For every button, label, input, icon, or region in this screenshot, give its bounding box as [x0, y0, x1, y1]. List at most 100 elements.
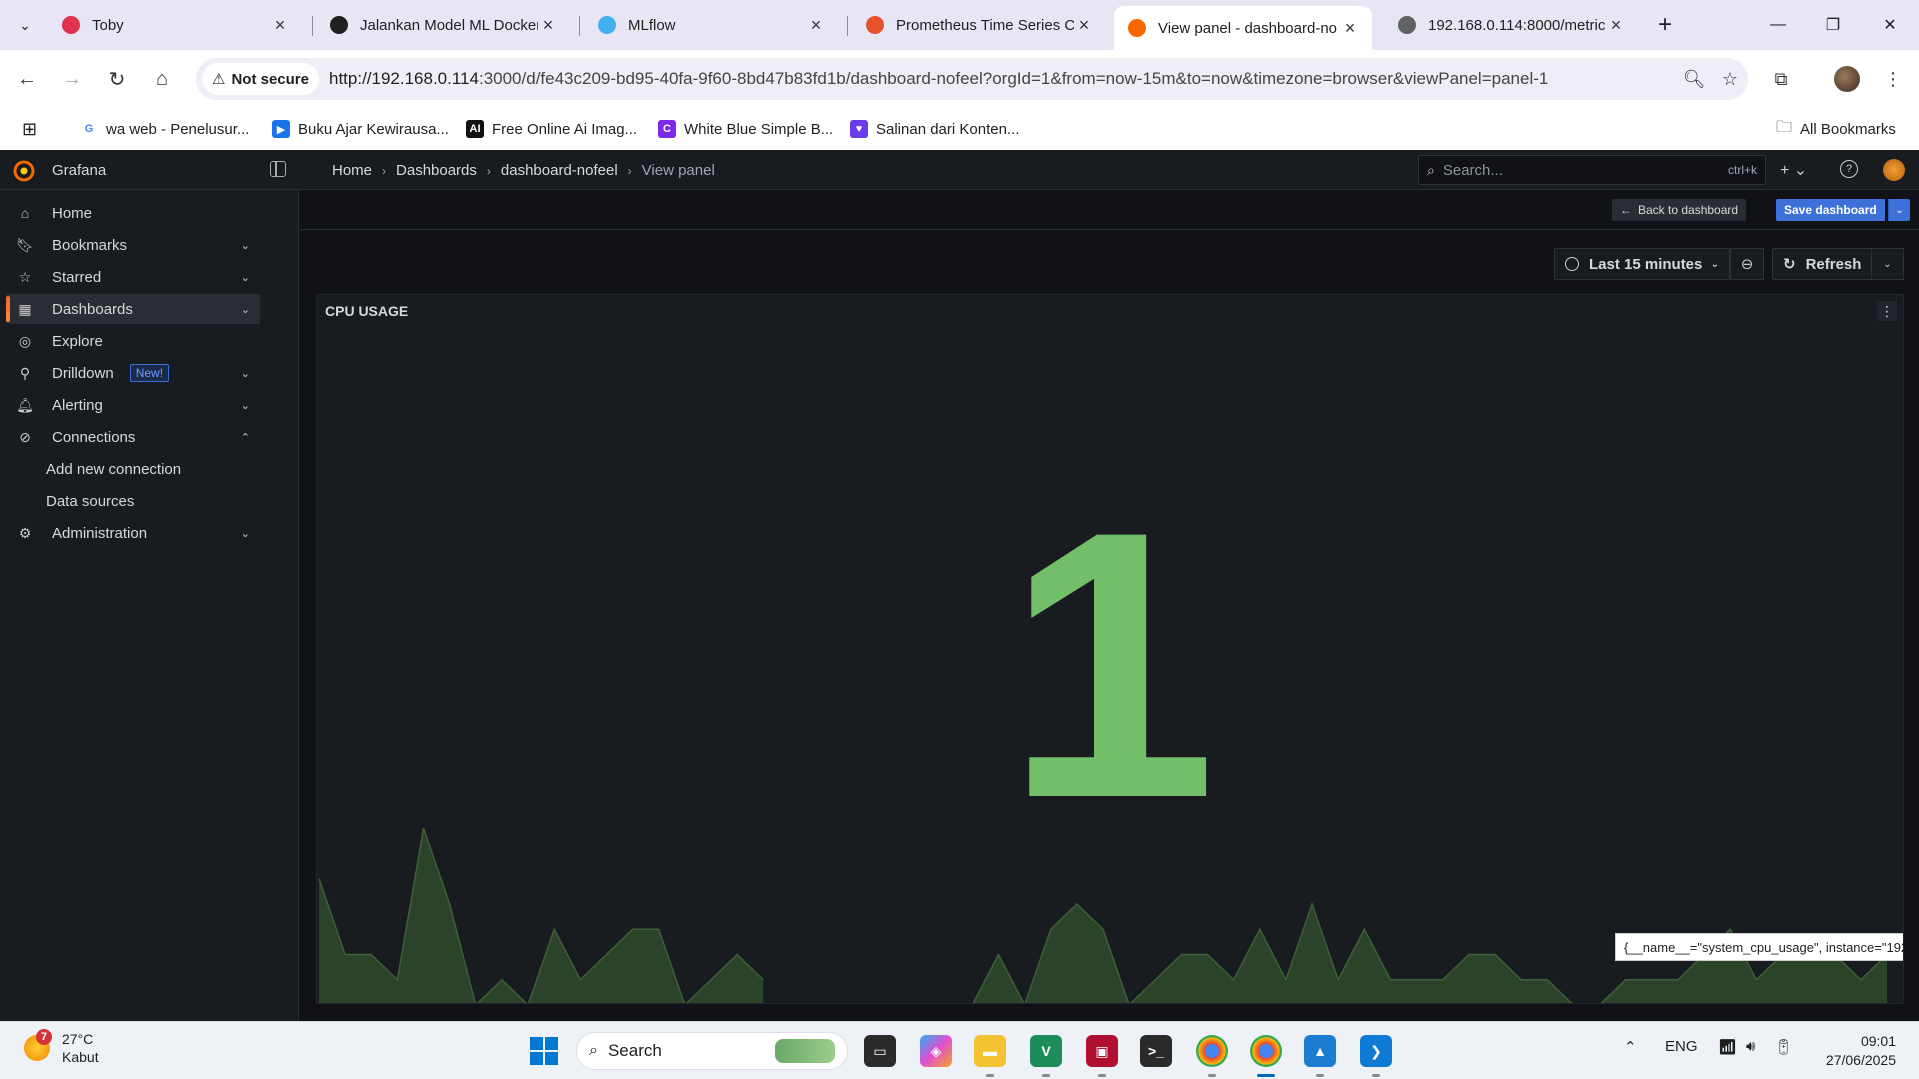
chrome-icon[interactable] — [1196, 1035, 1228, 1067]
battery-icon[interactable]: 🔋︎ — [1774, 1038, 1793, 1056]
nav-dashboards[interactable]: ▦ Dashboards ⌄ — [6, 294, 260, 324]
weather-widget[interactable]: 7 27°C Kabut — [24, 1029, 99, 1066]
extensions-icon[interactable]: ⧉ — [1764, 62, 1798, 96]
time-range-picker[interactable]: Last 15 minutes ⌄ — [1554, 248, 1730, 280]
chevron-down-icon[interactable]: ⌄ — [241, 399, 250, 412]
show-hidden-icons-chevron-icon[interactable]: ⌃ — [1624, 1038, 1637, 1056]
bookmark-ai-image[interactable]: AI Free Online Ai Imag... — [466, 116, 637, 142]
breadcrumb-home[interactable]: Home — [332, 162, 372, 179]
new-tab-button[interactable]: + — [1650, 10, 1680, 40]
restore-window-button[interactable]: ❐ — [1813, 8, 1853, 42]
nav-data-sources[interactable]: Data sources — [46, 486, 260, 516]
chevron-down-icon[interactable]: ⌄ — [241, 303, 250, 316]
user-avatar[interactable] — [1883, 159, 1905, 181]
close-window-button[interactable]: ✕ — [1870, 8, 1910, 42]
zoom-out-button[interactable]: ⊖ — [1730, 248, 1764, 280]
back-arrow-icon[interactable]: ← — [12, 64, 42, 94]
browser-tab-docker[interactable]: Jalankan Model ML Docker × — [316, 8, 570, 42]
reload-icon[interactable]: ↻ — [102, 64, 132, 94]
panel-menu-icon[interactable]: ⋮ — [1877, 301, 1897, 321]
close-tab-icon[interactable]: × — [1340, 18, 1360, 39]
series-tooltip: {__name__="system_cpu_usage", instance="… — [1615, 933, 1903, 961]
nav-starred[interactable]: ☆ Starred ⌄ — [6, 262, 260, 292]
close-tab-icon[interactable]: × — [806, 15, 826, 36]
nav-administration[interactable]: ⚙ Administration ⌄ — [6, 518, 260, 548]
close-tab-icon[interactable]: × — [270, 15, 290, 36]
input-language[interactable]: ENG — [1665, 1038, 1698, 1055]
forward-arrow-icon[interactable]: → — [57, 64, 87, 94]
nav-label: Bookmarks — [52, 236, 128, 254]
save-options-chevron-icon[interactable]: ⌄ — [1888, 199, 1910, 221]
refresh-button[interactable]: ↻ Refresh — [1772, 248, 1872, 280]
address-bar[interactable]: ⚠ Not secure http://192.168.0.114:3000/d… — [196, 58, 1748, 100]
windows-start-icon[interactable] — [528, 1035, 560, 1067]
terminal-icon[interactable]: >_ — [1140, 1035, 1172, 1067]
refresh-interval-chevron-icon[interactable]: ⌄ — [1872, 248, 1904, 280]
file-explorer-icon[interactable]: ▬ — [974, 1035, 1006, 1067]
chevron-down-icon[interactable]: ⌄ — [241, 527, 250, 540]
browser-tab-prometheus[interactable]: Prometheus Time Series Co × — [852, 8, 1106, 42]
wifi-icon[interactable]: 📶︎ — [1718, 1038, 1737, 1056]
copilot-icon[interactable]: ◈ — [920, 1035, 952, 1067]
nav-explore[interactable]: ◎ Explore — [6, 326, 260, 356]
tab-divider — [312, 16, 313, 36]
volume-icon[interactable]: 🔊︎ — [1746, 1038, 1755, 1055]
browser-tab-view-panel[interactable]: View panel - dashboard-no × — [1114, 6, 1372, 50]
bookmark-buku-ajar[interactable]: ▶ Buku Ajar Kewirausa... — [272, 116, 449, 142]
browser-menu-icon[interactable]: ⋮ — [1876, 62, 1910, 96]
media-app-icon[interactable]: ▣ — [1086, 1035, 1118, 1067]
profile-avatar[interactable] — [1830, 62, 1864, 96]
bookmark-label: Salinan dari Konten... — [876, 120, 1020, 138]
browser-tab-mlflow[interactable]: MLflow × — [584, 8, 838, 42]
nav-home[interactable]: ⌂ Home — [6, 198, 260, 228]
nav-bookmarks[interactable]: 🔖︎ Bookmarks ⌄ — [6, 230, 260, 260]
photos-icon[interactable]: ▲ — [1304, 1035, 1336, 1067]
dock-menu-icon[interactable] — [270, 161, 286, 177]
add-new-icon[interactable]: + ⌄ — [1780, 160, 1807, 180]
close-tab-icon[interactable]: × — [1074, 15, 1094, 36]
minimize-window-button[interactable]: — — [1758, 8, 1798, 42]
bookmark-salinan[interactable]: ♥ Salinan dari Konten... — [850, 116, 1019, 142]
home-icon[interactable]: ⌂ — [147, 64, 177, 94]
nav-label: Starred — [52, 268, 102, 286]
browser-tab-metrics[interactable]: 192.168.0.114:8000/metric × — [1384, 8, 1638, 42]
close-tab-icon[interactable]: × — [1606, 15, 1626, 36]
site-security-chip[interactable]: ⚠ Not secure — [202, 63, 319, 95]
bell-icon: 🔔︎ — [16, 396, 34, 413]
grafana-logo-icon[interactable] — [12, 159, 36, 183]
taskbar-search-input[interactable]: ⌕ Search — [576, 1032, 848, 1070]
close-tab-icon[interactable]: × — [538, 15, 558, 36]
breadcrumb-dashboard[interactable]: dashboard-nofeel — [501, 162, 618, 179]
stat-panel[interactable]: CPU USAGE ⋮ 1 {__name__="system_cpu_usag… — [316, 294, 1904, 1004]
app-icon[interactable]: V — [1030, 1035, 1062, 1067]
tab-search-button[interactable]: ⌄ — [10, 10, 40, 40]
chrome-active-icon[interactable] — [1250, 1035, 1282, 1067]
chevron-down-icon[interactable]: ⌄ — [241, 367, 250, 380]
nav-drilldown[interactable]: ⚲ Drilldown New! ⌄ — [6, 358, 260, 388]
help-icon[interactable]: ? — [1840, 160, 1858, 178]
chevron-down-icon[interactable]: ⌄ — [241, 239, 250, 252]
chevron-down-icon[interactable]: ⌄ — [241, 271, 250, 284]
time-range-label: Last 15 minutes — [1589, 255, 1703, 273]
task-view-icon[interactable]: ▭ — [864, 1035, 896, 1067]
url-text[interactable]: http://192.168.0.114:3000/d/fe43c209-bd9… — [329, 69, 1676, 89]
bookmark-wa-web[interactable]: G wa web - Penelusur... — [80, 116, 249, 142]
browser-tab-toby[interactable]: Toby × — [48, 8, 302, 42]
save-dashboard-button[interactable]: Save dashboard — [1776, 199, 1885, 221]
bookmark-star-icon[interactable]: ☆ — [1712, 61, 1748, 97]
nav-alerting[interactable]: 🔔︎ Alerting ⌄ — [6, 390, 260, 420]
search-input[interactable]: ⌕ Search... ctrl+k — [1418, 155, 1766, 185]
all-bookmarks[interactable]: 🗀 All Bookmarks — [1776, 116, 1896, 142]
nav-label: Dashboards — [52, 300, 133, 318]
chevron-up-icon[interactable]: ⌃ — [241, 431, 250, 444]
back-to-dashboard-button[interactable]: ← Back to dashboard — [1612, 199, 1747, 221]
vscode-icon[interactable]: ❯ — [1360, 1035, 1392, 1067]
apps-grid-icon[interactable]: ⊞ — [22, 116, 37, 142]
system-clock[interactable]: 09:01 27/06/2025 — [1810, 1032, 1896, 1070]
breadcrumb-dashboards[interactable]: Dashboards — [396, 162, 477, 179]
zoom-icon[interactable]: 🔍︎ — [1676, 61, 1712, 97]
nav-connections[interactable]: ⊘ Connections ⌃ — [6, 422, 260, 452]
nav-add-new-connection[interactable]: Add new connection — [46, 454, 260, 484]
tab-title: View panel - dashboard-no — [1158, 19, 1338, 37]
bookmark-white-blue[interactable]: C White Blue Simple B... — [658, 116, 833, 142]
